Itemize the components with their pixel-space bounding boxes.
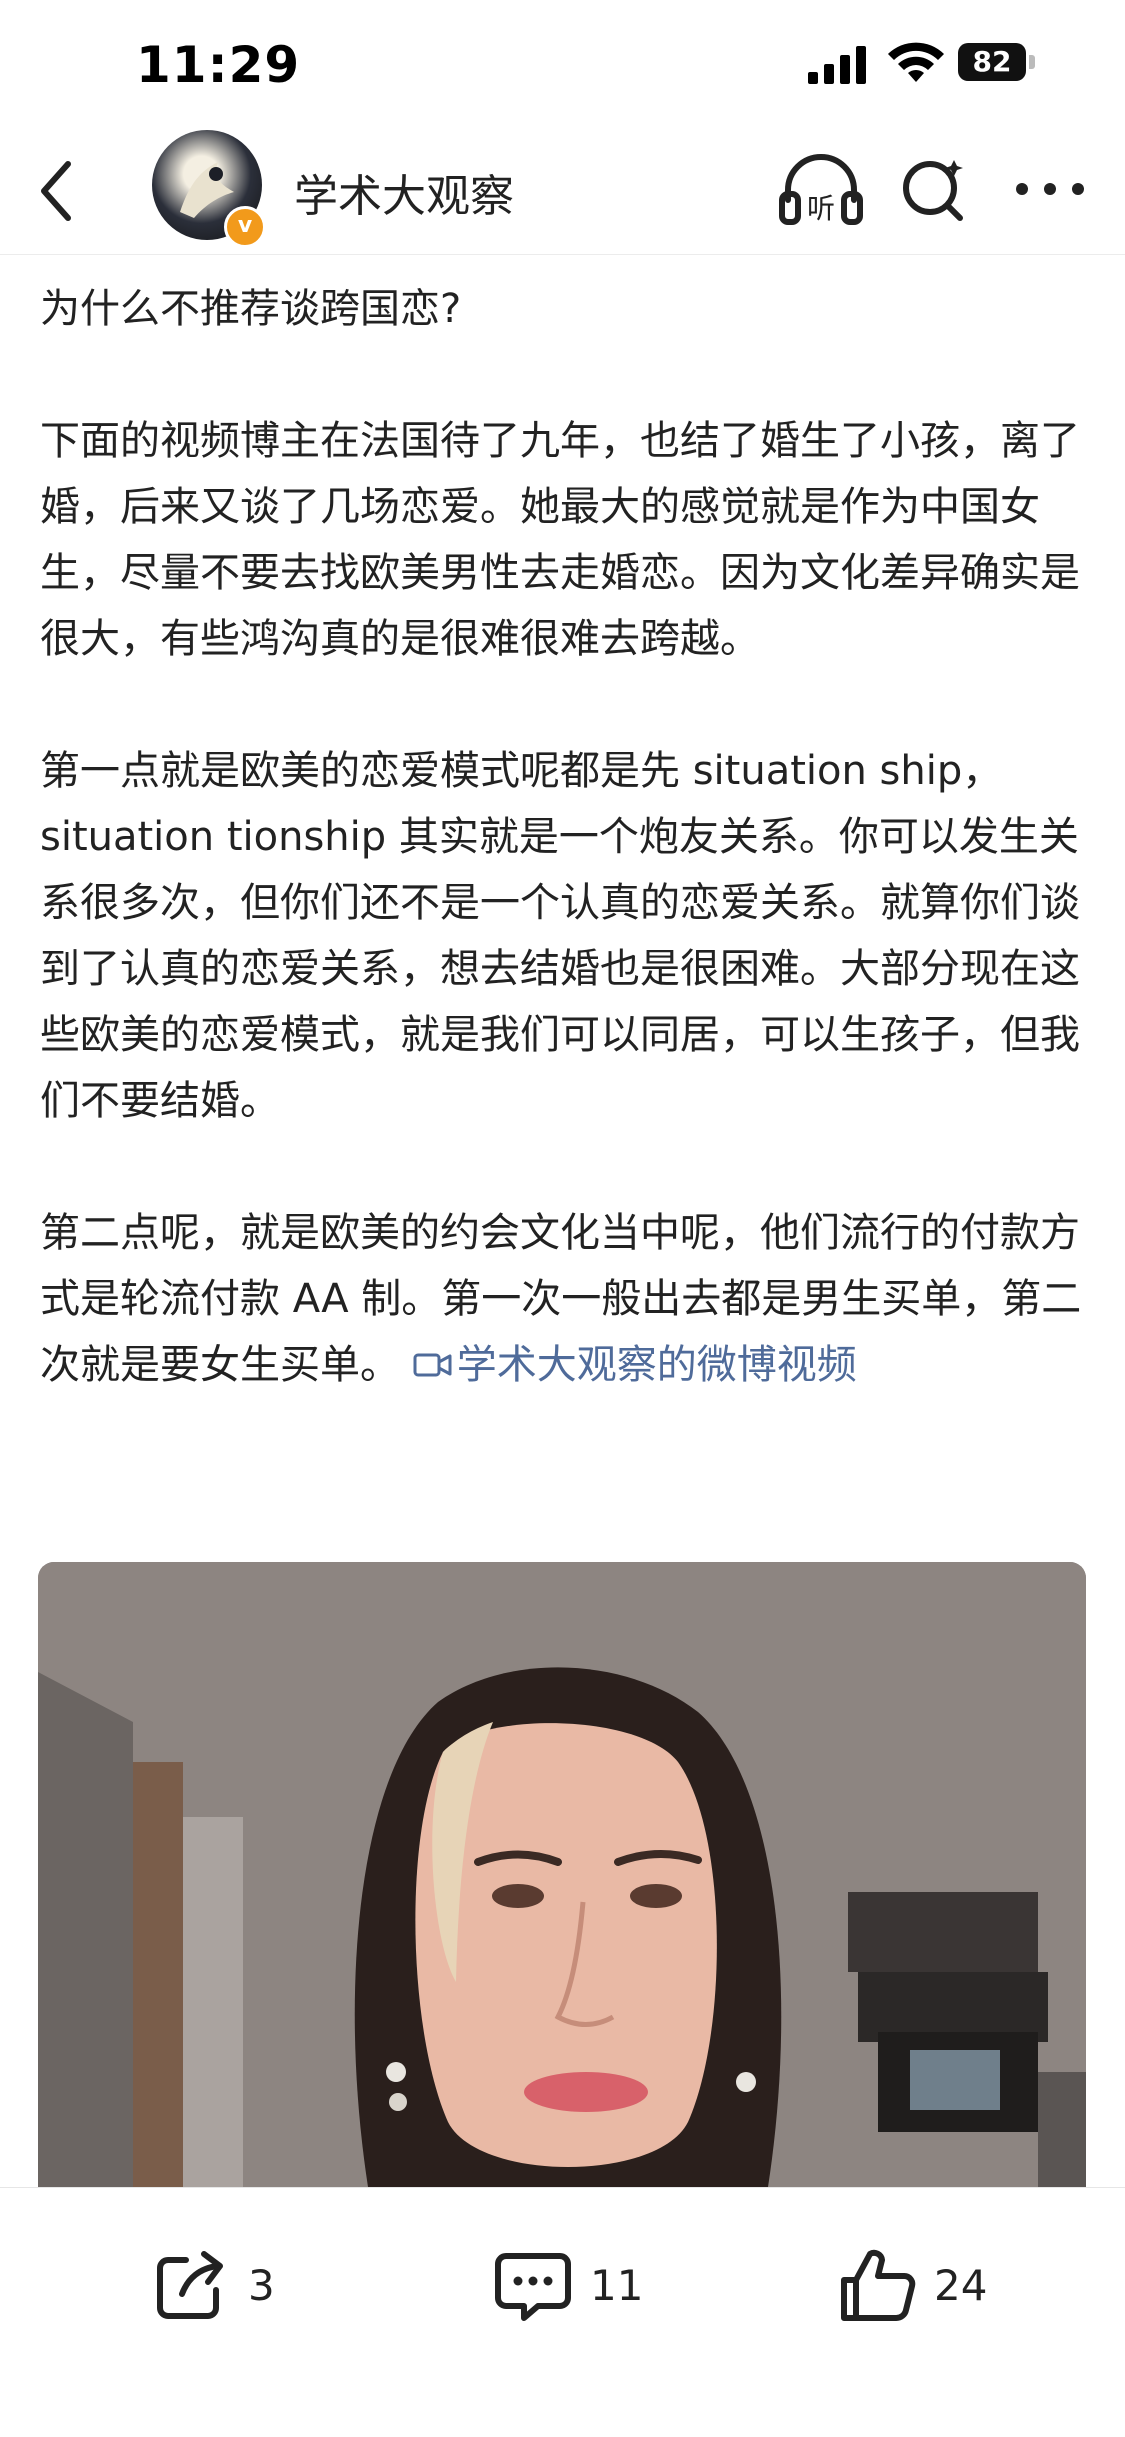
comment-button[interactable]: 11 <box>494 2240 643 2330</box>
post-paragraph-with-link: 第二点呢，就是欧美的约会文化当中呢，他们流行的付款方式是轮流付款 AA 制。第一… <box>40 1200 1090 1398</box>
thumbs-up-icon <box>841 2249 916 2321</box>
post-paragraph: 第一点就是欧美的恋爱模式呢都是先 situation ship，situatio… <box>40 748 1080 1124</box>
video-thumbnail-image <box>38 1562 1086 2187</box>
video-player[interactable] <box>38 1562 1086 2187</box>
cellular-signal-icon <box>808 46 866 84</box>
share-icon <box>157 2251 223 2319</box>
account-name[interactable]: 学术大观察 <box>294 160 514 224</box>
bottom-action-bar: 3 11 24 <box>0 2187 1125 2437</box>
like-button[interactable]: 24 <box>838 2240 987 2330</box>
post-body: 为什么不推荐谈跨国恋? 下面的视频博主在法国待了九年，也结了婚生了小孩，离了婚，… <box>40 276 1090 1398</box>
top-nav-bar: v 学术大观察 听 <box>0 130 1125 255</box>
battery-level: 82 <box>958 43 1026 81</box>
share-count: 3 <box>248 2260 275 2310</box>
video-link-text: 学术大观察的微博视频 <box>456 1342 857 1388</box>
like-count: 24 <box>934 2260 988 2310</box>
svg-text:听: 听 <box>807 192 835 225</box>
battery-icon: 82 <box>958 43 1038 83</box>
search-icon[interactable] <box>898 154 968 224</box>
headphones-listen-icon[interactable]: 听 <box>778 152 864 228</box>
status-bar: 11:29 82 <box>0 0 1125 130</box>
comment-count: 11 <box>590 2260 644 2310</box>
more-options-icon[interactable] <box>1014 174 1086 204</box>
wifi-icon <box>888 42 944 82</box>
weibo-video-link[interactable]: 学术大观察的微博视频 <box>413 1342 857 1388</box>
back-arrow-icon[interactable] <box>32 156 82 226</box>
verified-badge: v <box>224 206 266 248</box>
status-time: 11:29 <box>136 36 301 94</box>
video-camera-icon <box>413 1353 452 1377</box>
comment-icon <box>495 2253 571 2321</box>
share-button[interactable]: 3 <box>152 2240 275 2330</box>
post-paragraph: 下面的视频博主在法国待了九年，也结了婚生了小孩，离了婚，后来又谈了几场恋爱。她最… <box>40 418 1080 662</box>
post-paragraph: 为什么不推荐谈跨国恋? <box>40 286 462 332</box>
